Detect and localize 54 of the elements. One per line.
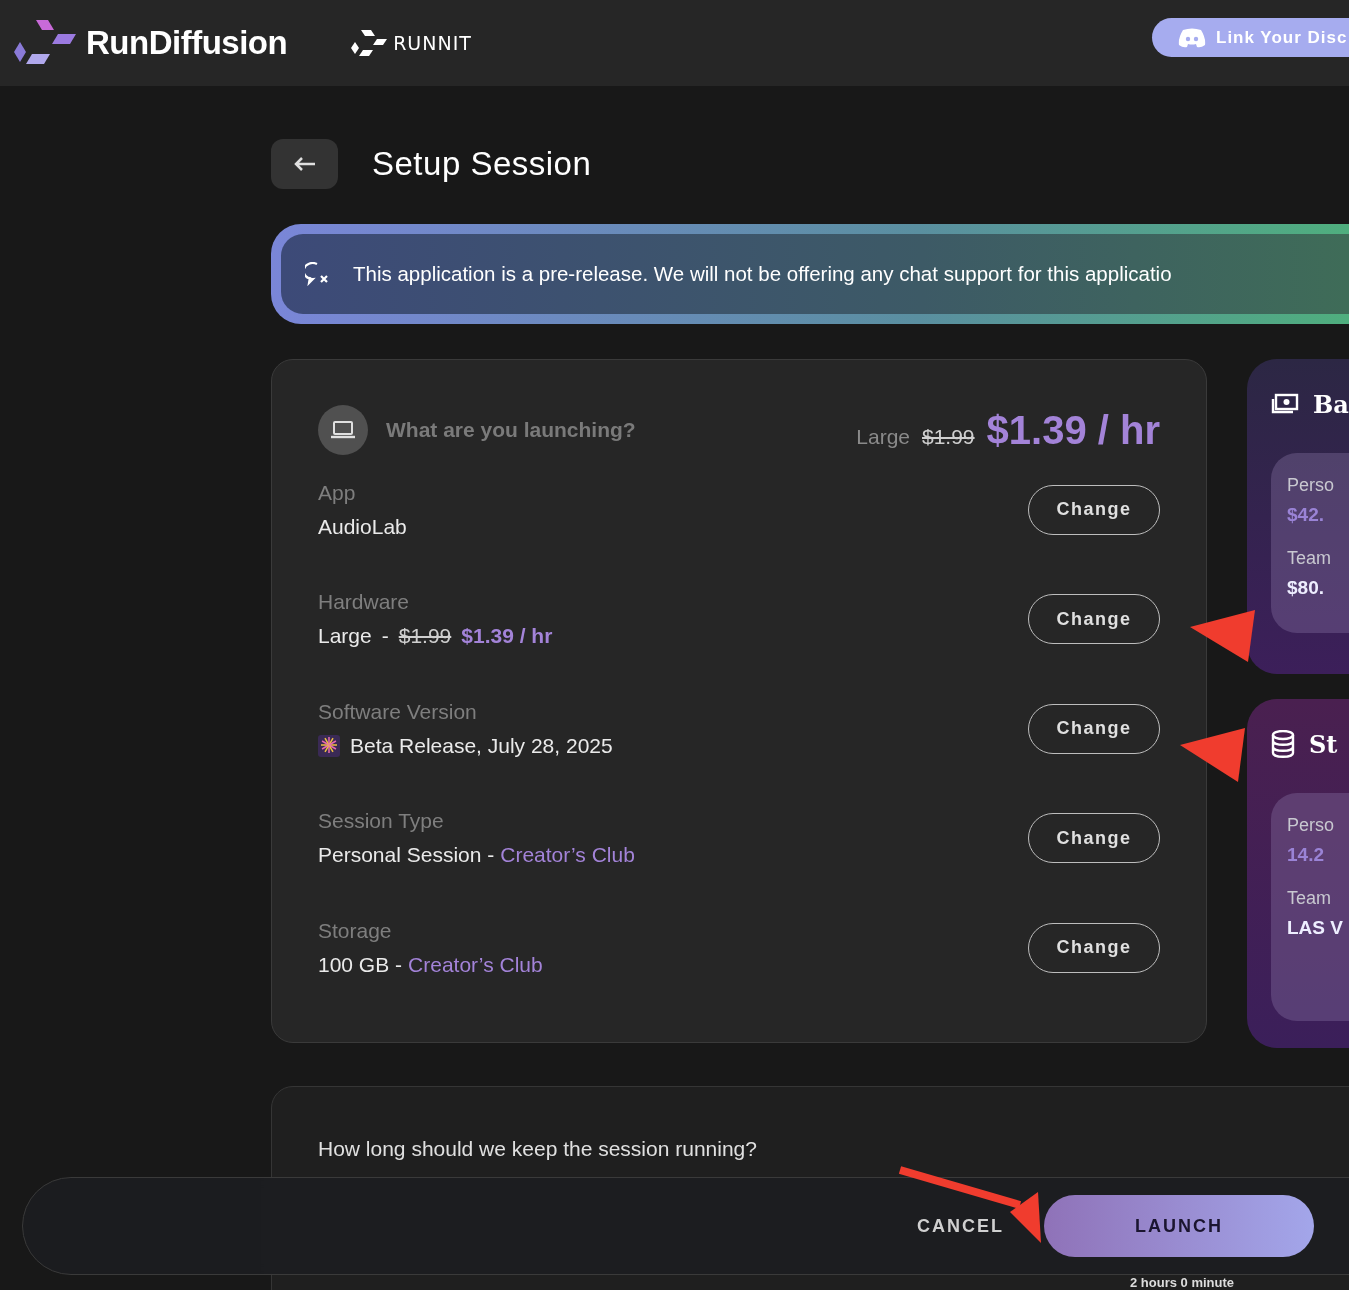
usage-label: Team (1287, 548, 1332, 569)
section-question: What are you launching? (386, 418, 636, 442)
chat-off-icon (305, 262, 331, 286)
plan-link[interactable]: Creator’s Club (408, 952, 543, 977)
change-button[interactable]: Change (1028, 484, 1160, 535)
row-label: App (318, 480, 357, 505)
row-value: AudioLab (318, 514, 407, 539)
row-value: Personal Session - (318, 843, 495, 868)
annotation-arrow (1190, 610, 1255, 662)
change-button[interactable]: Change (1028, 922, 1160, 973)
laptop-icon (318, 405, 368, 455)
database-icon (1271, 730, 1295, 758)
separator: - (381, 624, 389, 649)
old-price: $1.99 (398, 624, 452, 649)
mascot-icon (1178, 27, 1206, 48)
back-arrow-icon (293, 157, 316, 171)
cancel-button[interactable]: CANCEL (909, 1207, 1012, 1245)
brand-name: RunDiffusion (86, 24, 288, 62)
change-button[interactable]: Change (1028, 703, 1160, 754)
usage-value: 14.2 (1287, 844, 1325, 866)
row-label: Hardware (318, 590, 411, 615)
usage-value: $42. (1287, 504, 1325, 526)
row-label: Storage (318, 918, 393, 943)
launch-button[interactable]: LAUNCH (1044, 1195, 1314, 1257)
logo-icon (14, 20, 76, 66)
page-title: Setup Session (372, 145, 592, 183)
back-button[interactable] (271, 139, 338, 189)
price: $1.39 / hr (461, 624, 553, 649)
hourly-price: $1.39 / hr (986, 407, 1160, 453)
usage-value: $80. (1287, 577, 1325, 599)
row-value: 100 GB - (318, 952, 403, 977)
card-title: Ba (1313, 389, 1349, 419)
card-title: St (1309, 729, 1338, 759)
usage-label: Perso (1287, 815, 1336, 836)
notice-text: This application is a pre-release. We will not be offering any chat support for this applicatio (353, 262, 1172, 286)
change-button[interactable]: Change (1028, 594, 1160, 645)
row-value: Large (318, 624, 372, 649)
change-button[interactable]: Change (1028, 813, 1160, 864)
size-label: Large (856, 424, 910, 449)
row-value: Beta Release, July 28, 2025 (350, 733, 613, 758)
plan-link[interactable]: Creator’s Club (500, 843, 635, 868)
row-label: Session Type (318, 809, 445, 834)
old-price: $1.99 (922, 424, 975, 449)
row-label: Software Version (318, 699, 478, 724)
firework-icon (318, 734, 340, 757)
usage-label: Team (1287, 888, 1332, 909)
annotation-arrow (1180, 728, 1245, 782)
usage-value: LAS V (1287, 917, 1344, 939)
duration-question: How long should we keep the session running? (318, 1137, 757, 1160)
duration-reading: 2 hours 0 minute (1130, 1276, 1235, 1290)
money-icon (1271, 393, 1299, 415)
usage-label: Perso (1287, 475, 1336, 496)
runnit-logo-icon (351, 30, 388, 56)
runnit-wordmark: RUNNIT (393, 32, 472, 54)
